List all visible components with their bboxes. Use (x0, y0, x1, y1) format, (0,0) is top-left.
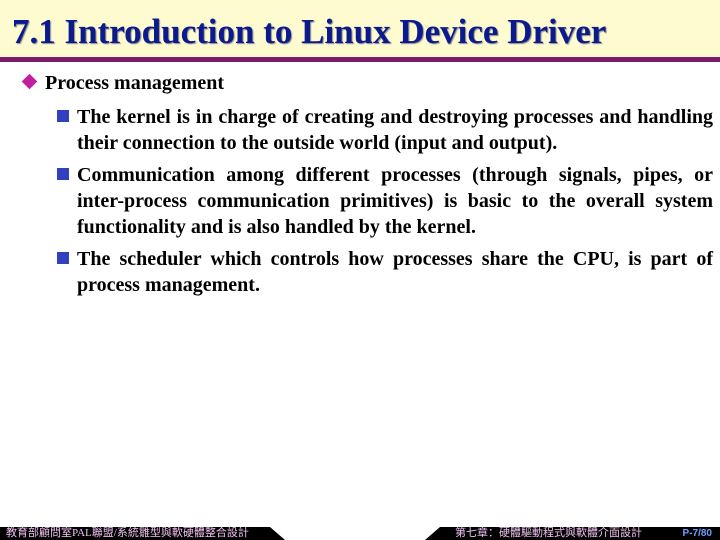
square-bullet-icon (57, 252, 69, 264)
square-bullet-icon (57, 110, 69, 122)
bullet-text: The scheduler which controls how process… (77, 248, 713, 296)
bullet-item: The scheduler which controls how process… (55, 246, 713, 298)
title-divider (0, 57, 720, 62)
heading-text: Process management (45, 72, 225, 94)
page-number: P-7/80 (682, 528, 712, 539)
bullet-text: The kernel is in charge of creating and … (77, 106, 713, 154)
square-bullet-icon (57, 168, 69, 180)
heading-item: Process management (21, 72, 225, 95)
footer-left: 教育部顧問室PAL聯盟/系統雛型與軟硬體整合設計 (0, 527, 285, 540)
slide-title: 7.1 Introduction to Linux Device Driver (12, 12, 607, 51)
footer-right: 第七章：硬體驅動程式與軟體介面設計 P-7/80 (425, 527, 720, 540)
diamond-bullet-icon (21, 73, 38, 90)
bullet-text: Communication among different processes … (77, 164, 713, 238)
bullet-item: Communication among different processes … (55, 162, 713, 240)
footer-chapter: 第七章：硬體驅動程式與軟體介面設計 (455, 527, 642, 539)
bullet-item: The kernel is in charge of creating and … (55, 104, 713, 156)
title-bar: 7.1 Introduction to Linux Device Driver (0, 0, 720, 58)
